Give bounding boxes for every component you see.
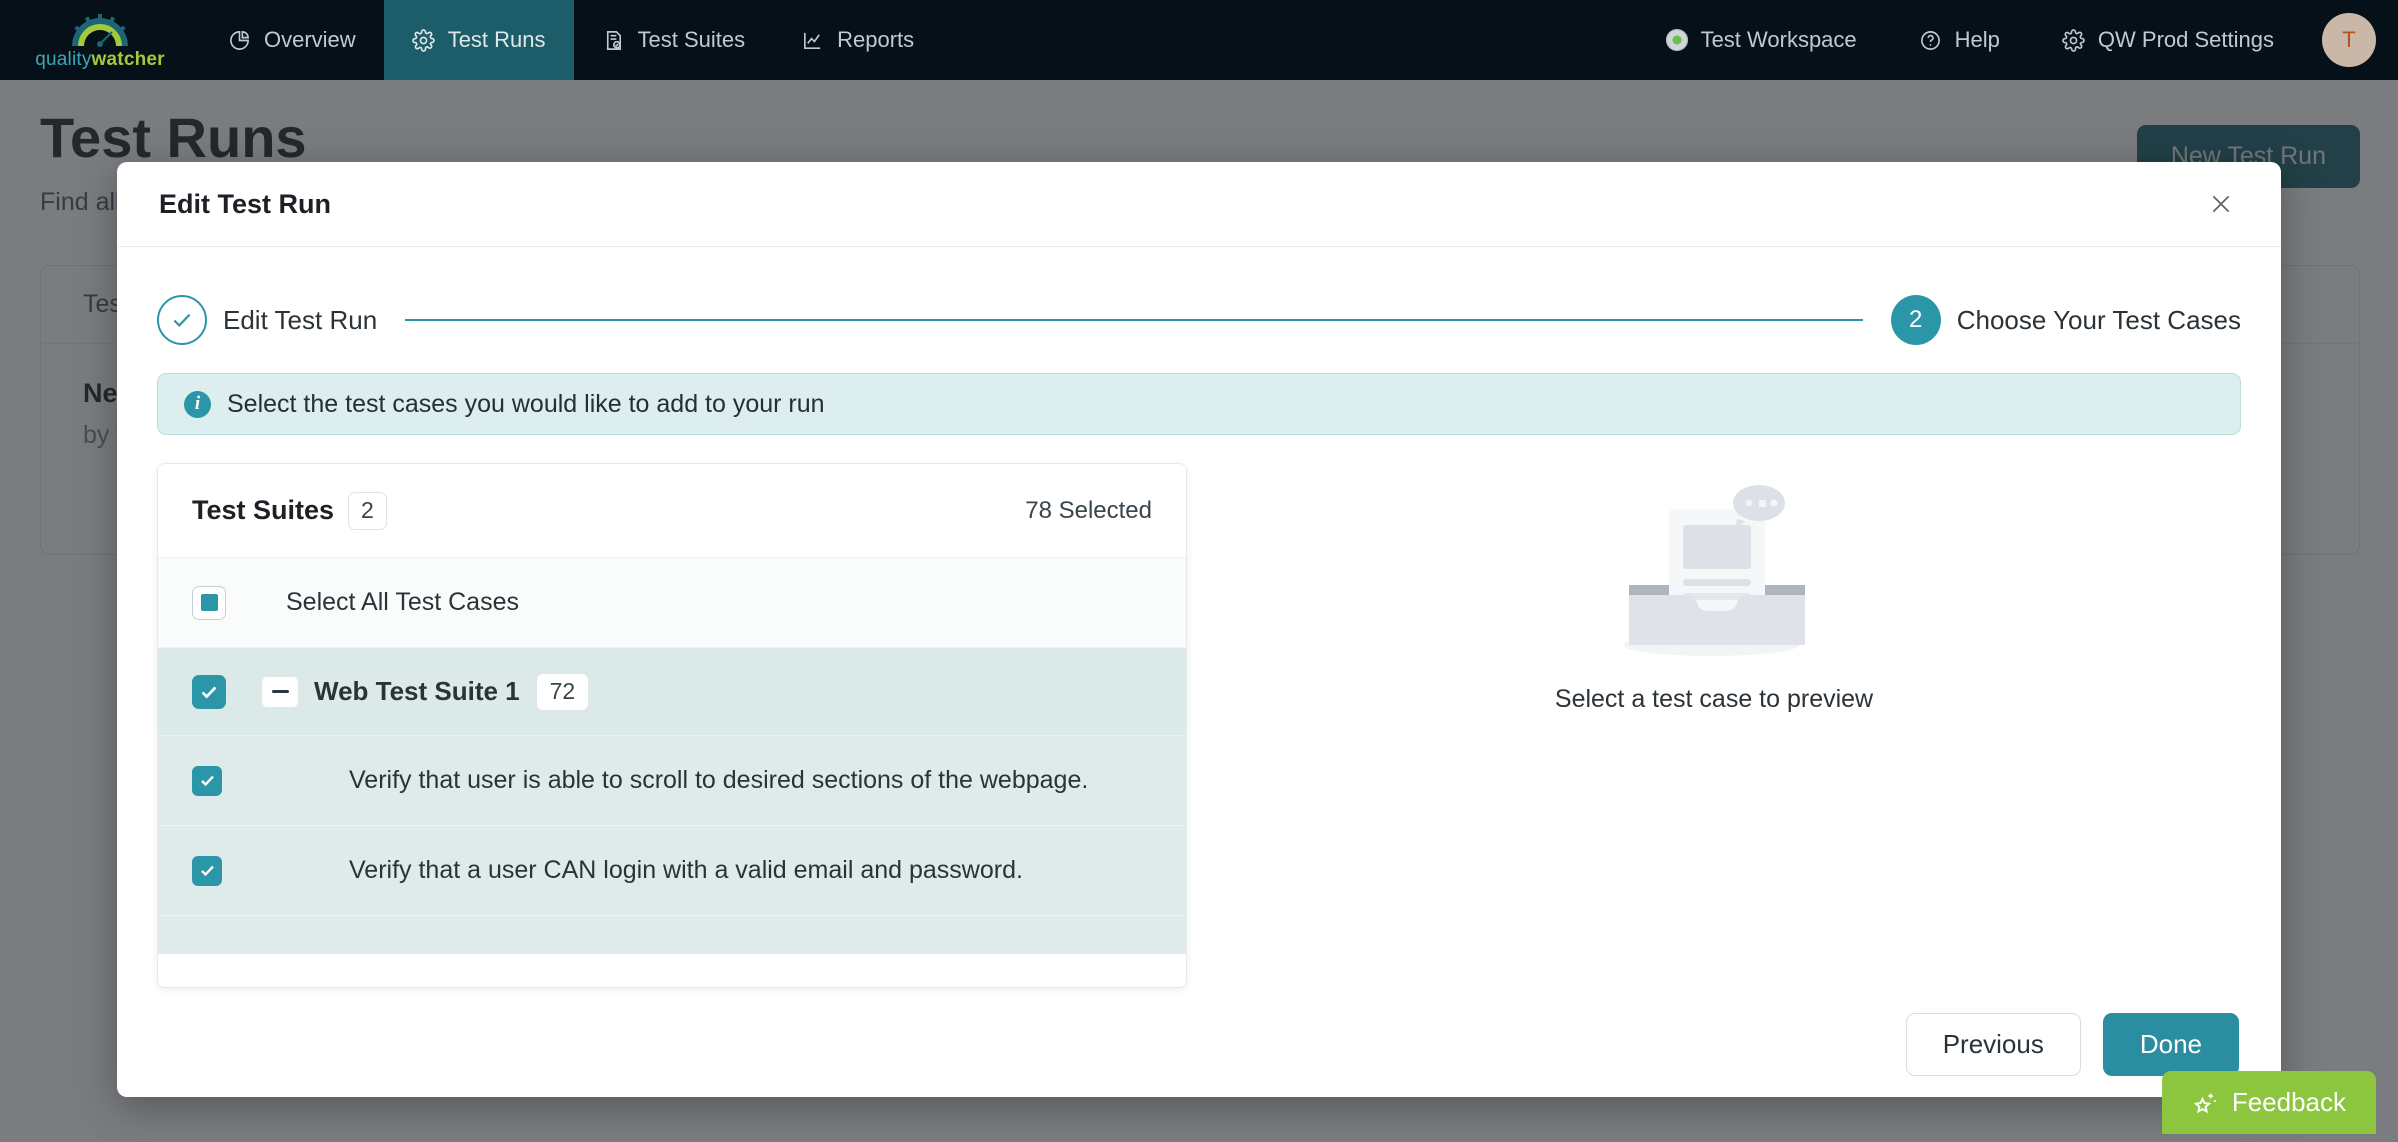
info-banner: i Select the test cases you would like t…: [157, 373, 2241, 435]
pie-chart-icon: [230, 30, 249, 50]
nav-label-help: Help: [1954, 27, 2000, 52]
suite-row-web-test-suite-1[interactable]: Web Test Suite 1 72: [158, 648, 1186, 736]
top-navigation-bar: qualitywatcher Overview Test Runs Test S…: [0, 0, 2398, 80]
stepper-connector: [405, 319, 1863, 321]
selection-area: Test Suites 2 78 Selected Select All Tes…: [157, 463, 2241, 988]
step-1-indicator: [157, 295, 207, 345]
avatar[interactable]: T: [2322, 13, 2376, 67]
primary-nav: Overview Test Runs Test Suites Reports: [200, 0, 942, 80]
info-icon: i: [184, 390, 211, 418]
empty-inbox-illustration: [1623, 485, 1805, 656]
select-all-checkbox[interactable]: [192, 585, 226, 620]
test-case-checkbox[interactable]: [192, 765, 222, 796]
nav-label-settings: QW Prod Settings: [2097, 27, 2274, 52]
workspace-dot-icon: [1665, 29, 1688, 51]
sparkle-star-icon: [2193, 1093, 2216, 1113]
info-banner-text: Select the test cases you would like to …: [227, 389, 825, 418]
select-all-row[interactable]: Select All Test Cases: [158, 558, 1186, 648]
close-icon: [2212, 195, 2230, 213]
logo-wordmark: qualitywatcher: [35, 49, 165, 71]
test-suites-panel: Test Suites 2 78 Selected Select All Tes…: [157, 463, 1187, 988]
selected-count-label: 78 Selected: [1025, 496, 1152, 524]
test-case-checkbox[interactable]: [192, 855, 222, 886]
logo-text-watcher: watcher: [91, 48, 165, 70]
question-circle-icon: [1920, 30, 1940, 50]
modal-header: Edit Test Run: [117, 162, 2281, 247]
preview-empty-text: Select a test case to preview: [1554, 685, 1874, 713]
nav-item-help[interactable]: Help: [1891, 27, 2028, 53]
app-root: qualitywatcher Overview Test Runs Test S…: [0, 0, 2398, 1142]
test-case-row[interactable]: Verify that user is able to scroll to de…: [158, 736, 1186, 826]
nav-item-reports[interactable]: Reports: [773, 0, 942, 80]
nav-item-test-runs[interactable]: Test Runs: [383, 0, 574, 80]
nav-item-settings[interactable]: QW Prod Settings: [2034, 27, 2302, 53]
nav-item-test-suites[interactable]: Test Suites: [574, 0, 774, 80]
feedback-label: Feedback: [2231, 1087, 2346, 1117]
gear-icon: [411, 28, 435, 52]
app-logo[interactable]: qualitywatcher: [0, 0, 200, 80]
step-2-number: 2: [1909, 306, 1923, 333]
test-case-row[interactable]: Verify that a user CAN login with a vali…: [158, 826, 1186, 916]
previous-button[interactable]: Previous: [1905, 1012, 2081, 1076]
test-case-label: Verify that user is able to scroll to de…: [349, 766, 1089, 794]
check-icon: [200, 775, 214, 787]
wizard-stepper: Edit Test Run 2 Choose Your Test Cases: [157, 289, 2241, 351]
test-case-preview-panel: Select a test case to preview: [1187, 463, 2241, 988]
minus-icon: [271, 690, 289, 693]
close-button[interactable]: [2203, 186, 2239, 222]
modal-title: Edit Test Run: [159, 188, 331, 219]
suite-name: Web Test Suite 1: [314, 676, 520, 706]
line-chart-icon: [804, 32, 821, 49]
document-check-icon: [606, 30, 621, 50]
step-2-indicator: 2: [1890, 295, 1941, 345]
nav-item-overview[interactable]: Overview: [200, 0, 384, 80]
page-content: Test Runs Find all your test runs here N…: [0, 80, 2398, 1142]
step-2-label: Choose Your Test Cases: [1956, 304, 2241, 335]
test-case-label: Verify that a user CAN login with a vali…: [349, 856, 1023, 884]
nav-label-workspace: Test Workspace: [1700, 27, 1857, 52]
test-suites-title: Test Suites: [192, 495, 335, 525]
nav-label-reports: Reports: [837, 27, 915, 52]
collapse-suite-button[interactable]: [262, 676, 298, 707]
check-icon: [200, 865, 214, 877]
test-suites-count-badge: 2: [348, 491, 387, 530]
edit-test-run-modal: Edit Test Run Edit Test Run 2 Choose You…: [117, 162, 2281, 1097]
check-icon: [173, 313, 191, 327]
avatar-initial: T: [2342, 27, 2356, 52]
modal-footer: Previous Done: [117, 988, 2281, 1106]
gear-icon: [2062, 28, 2085, 52]
done-button[interactable]: Done: [2102, 1012, 2239, 1076]
modal-body: Edit Test Run 2 Choose Your Test Cases i…: [117, 247, 2281, 988]
gauge-icon: [72, 13, 128, 47]
step-1-edit-test-run[interactable]: Edit Test Run: [157, 295, 377, 345]
suite-checkbox[interactable]: [192, 674, 226, 709]
step-1-label: Edit Test Run: [223, 304, 378, 335]
nav-item-workspace[interactable]: Test Workspace: [1638, 27, 1885, 53]
nav-label-test-runs: Test Runs: [447, 27, 546, 52]
secondary-nav: Test Workspace Help QW Prod Settings T: [1638, 0, 2398, 80]
test-suites-panel-header: Test Suites 2 78 Selected: [158, 464, 1186, 558]
nav-label-test-suites: Test Suites: [637, 27, 746, 52]
list-bottom-area: [158, 954, 1186, 987]
logo-text-quality: quality: [35, 48, 92, 70]
nav-label-overview: Overview: [264, 27, 356, 52]
select-all-label: Select All Test Cases: [286, 588, 519, 616]
feedback-button[interactable]: Feedback: [2161, 1071, 2376, 1134]
suite-case-count-badge: 72: [535, 672, 590, 711]
step-2-choose-test-cases[interactable]: 2 Choose Your Test Cases: [1890, 295, 2241, 345]
test-case-list: Select All Test Cases Web Test Suite 1 7…: [158, 558, 1186, 987]
check-icon: [201, 685, 217, 699]
list-tail-spacer: [158, 916, 1186, 954]
